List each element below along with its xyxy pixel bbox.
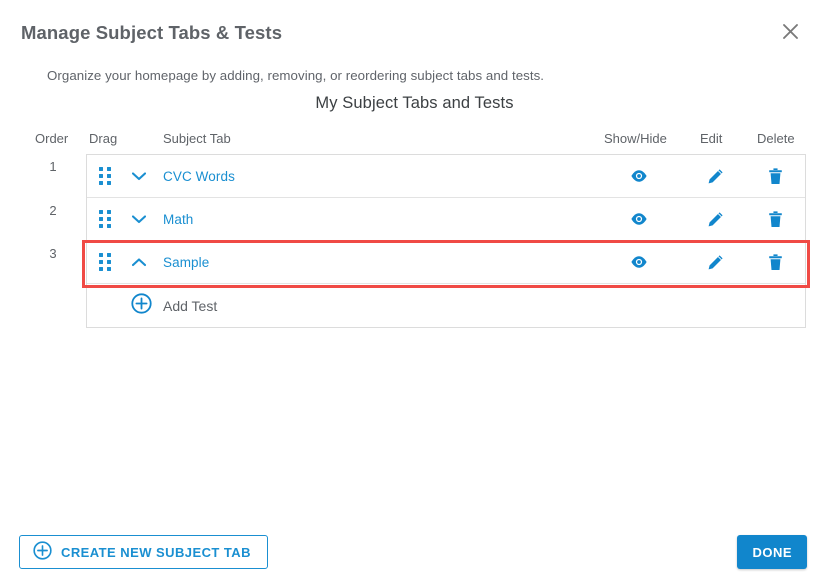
add-test-button[interactable]: Add Test (131, 284, 217, 327)
subject-tabs-table: CVC Words Math Sample Add Test (86, 154, 806, 328)
table-column-headers: Order Drag Subject Tab Show/Hide Edit De… (0, 130, 825, 148)
plus-circle-icon (131, 292, 152, 319)
page-title: Manage Subject Tabs & Tests (21, 22, 283, 43)
create-new-subject-tab-button[interactable]: CREATE NEW SUBJECT TAB (19, 535, 268, 569)
pencil-icon[interactable] (702, 249, 728, 275)
trash-icon[interactable] (762, 163, 788, 189)
column-header-order: Order (35, 131, 69, 146)
column-header-show-hide: Show/Hide (604, 131, 667, 146)
close-button[interactable] (773, 14, 807, 48)
chevron-up-icon[interactable] (129, 252, 149, 272)
table-row[interactable]: CVC Words (87, 155, 805, 198)
row-order-number: 1 (49, 159, 57, 174)
add-test-row[interactable]: Add Test (87, 284, 805, 327)
eye-icon[interactable] (626, 206, 652, 232)
eye-icon[interactable] (626, 249, 652, 275)
drag-handle-icon[interactable] (99, 210, 113, 228)
subject-tab-name-cell: Sample (163, 241, 209, 283)
table-row[interactable]: Sample (87, 241, 805, 284)
drag-cell[interactable] (99, 198, 113, 240)
show-hide-cell (621, 241, 657, 283)
trash-icon[interactable] (762, 206, 788, 232)
dialog-header: Manage Subject Tabs & Tests (21, 18, 807, 48)
drag-cell[interactable] (99, 155, 113, 197)
add-test-label: Add Test (163, 297, 218, 314)
trash-icon[interactable] (762, 249, 788, 275)
section-heading: My Subject Tabs and Tests (0, 94, 825, 113)
edit-cell (697, 241, 733, 283)
drag-handle-icon[interactable] (99, 167, 113, 185)
collapse-toggle[interactable] (129, 241, 149, 283)
subject-tab-name-cell: Math (163, 198, 193, 240)
show-hide-cell (621, 155, 657, 197)
column-header-delete: Delete (757, 131, 795, 146)
show-hide-cell (621, 198, 657, 240)
manage-subject-tabs-dialog: Manage Subject Tabs & Tests Organize you… (0, 0, 825, 584)
dialog-subtitle: Organize your homepage by adding, removi… (47, 68, 545, 83)
create-new-subject-tab-label: CREATE NEW SUBJECT TAB (61, 544, 251, 560)
pencil-icon[interactable] (702, 163, 728, 189)
edit-cell (697, 198, 733, 240)
delete-cell (757, 155, 793, 197)
drag-cell[interactable] (99, 241, 113, 283)
expand-toggle[interactable] (129, 198, 149, 240)
close-icon (782, 23, 799, 40)
column-header-edit: Edit (700, 131, 723, 146)
done-button[interactable]: DONE (737, 535, 807, 569)
delete-cell (757, 241, 793, 283)
table-row[interactable]: Math (87, 198, 805, 241)
row-order-number: 2 (49, 203, 57, 218)
plus-circle-icon (33, 541, 52, 563)
subject-tab-link[interactable]: Sample (163, 255, 209, 270)
section-heading-text: My Subject Tabs and Tests (315, 94, 514, 112)
expand-toggle[interactable] (129, 155, 149, 197)
drag-handle-icon[interactable] (99, 253, 113, 271)
chevron-down-icon[interactable] (129, 166, 149, 186)
subject-tab-name-cell: CVC Words (163, 155, 235, 197)
subject-tab-link[interactable]: CVC Words (163, 169, 235, 184)
eye-icon[interactable] (626, 163, 652, 189)
chevron-down-icon[interactable] (129, 209, 149, 229)
row-order-number: 3 (49, 246, 57, 261)
subject-tab-link[interactable]: Math (163, 212, 193, 227)
edit-cell (697, 155, 733, 197)
column-header-drag: Drag (89, 131, 118, 146)
column-header-subject-tab: Subject Tab (163, 131, 231, 146)
pencil-icon[interactable] (702, 206, 728, 232)
delete-cell (757, 198, 793, 240)
